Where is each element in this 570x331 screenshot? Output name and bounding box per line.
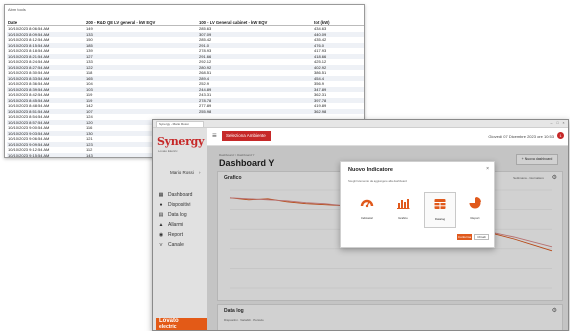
brand-sub: electric — [159, 324, 177, 330]
bar-chart-icon — [396, 196, 410, 210]
sidebar-item-label: Allarmi — [168, 222, 184, 228]
option-label: Datalog — [434, 217, 446, 221]
pie-chart-icon — [468, 196, 482, 210]
select-environment-button[interactable]: Seleziona Ambiente — [222, 131, 271, 141]
user-name: Mario Rossi — [170, 170, 194, 175]
minimize-icon[interactable]: – — [549, 121, 554, 125]
app-window: Synergy - Mario Rossi – □ × Synergy Lova… — [152, 119, 569, 331]
close-button[interactable]: Chiudi — [474, 234, 489, 240]
sidebar-item-label: Dashboard — [168, 192, 193, 198]
sidebar-item-label: Canale — [168, 242, 184, 248]
close-window-icon[interactable]: × — [561, 121, 566, 125]
report-icon: ◉ — [158, 232, 164, 238]
maximize-icon[interactable]: □ — [555, 121, 560, 125]
table-icon — [433, 197, 447, 211]
new-indicator-dialog: Nuovo Indicatore × Scegli l'elemento da … — [340, 161, 495, 248]
sidebar-item-data-log[interactable]: ▤ Data log — [153, 210, 207, 220]
hamburger-menu-icon[interactable]: ≡ — [212, 132, 217, 140]
sidebar-item-label: Report — [168, 232, 184, 238]
sidebar-item-dispositivi[interactable]: ● Dispositivi — [153, 200, 207, 210]
option-label: Grafico — [398, 216, 408, 220]
current-datetime: Giovedì 07 Dicembre 2023 ore 10:53 — [488, 134, 554, 139]
dialog-subtitle: Scegli l'elemento da aggiungere alla das… — [348, 179, 407, 183]
sidebar: Synergy Lovato Electric Mario Rossi › ▦ D… — [153, 128, 208, 330]
dashboard-icon: ▦ — [158, 192, 164, 198]
devices-icon: ● — [159, 202, 163, 208]
sidebar-item-allarmi[interactable]: ▲ Allarmi — [153, 220, 207, 230]
alarm-icon: ▲ — [158, 222, 164, 228]
indicator-option-datalog[interactable]: Datalog — [424, 192, 456, 228]
chevron-right-icon: › — [199, 170, 201, 175]
sidebar-item-label: Dispositivi — [168, 202, 191, 208]
indicator-option-report[interactable]: Report — [460, 192, 490, 226]
confirm-button[interactable]: Conferma — [457, 234, 472, 240]
notification-bell-icon[interactable]: 1 — [557, 132, 564, 139]
app-logo: Synergy — [157, 135, 205, 148]
option-label: Indicatori — [360, 216, 374, 220]
datalog-icon: ▤ — [158, 212, 164, 218]
browser-tab[interactable]: Synergy - Mario Rossi — [156, 121, 204, 127]
sidebar-nav: ▦ Dashboard ● Dispositivi ▤ Data log ▲ Allarmi ◉… — [153, 190, 207, 250]
sidebar-item-report[interactable]: ◉ Report — [153, 230, 207, 240]
close-icon[interactable]: × — [486, 166, 489, 172]
top-bar: ≡ Seleziona Ambiente Giovedì 07 Dicembre… — [207, 128, 568, 146]
sheet-title: Abm tools — [8, 7, 26, 12]
title-bar: Synergy - Mario Rossi – □ × — [153, 120, 568, 128]
option-label: Report — [470, 216, 480, 220]
dialog-title: Nuovo Indicatore — [348, 167, 393, 173]
indicator-option-grafico[interactable]: Grafico — [388, 192, 418, 226]
sidebar-item-label: Data log — [168, 212, 187, 218]
main-content: Dashboard > Dashboard Y Dashboard Y + Nu… — [207, 146, 568, 330]
sidebar-item-dashboard[interactable]: ▦ Dashboard — [153, 190, 207, 200]
table-cell: 10/10/2023 9:15:54 AM — [7, 152, 85, 157]
brand-logo: Lovato electric — [156, 318, 207, 330]
sidebar-item-canale[interactable]: ⋎ Canale — [153, 240, 207, 250]
gauge-icon — [360, 196, 374, 210]
channel-icon: ⋎ — [159, 242, 163, 248]
logo-subtitle: Lovato Electric — [158, 149, 178, 153]
user-menu[interactable]: Mario Rossi › — [153, 168, 207, 178]
indicator-option-indicatori[interactable]: Indicatori — [352, 192, 382, 226]
